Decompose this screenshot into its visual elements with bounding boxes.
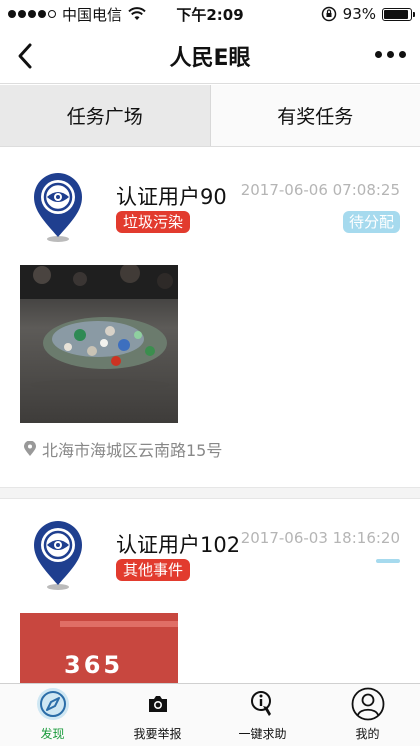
post-timestamp: 2017-06-06 07:08:25 [240, 181, 400, 199]
category-tag: 其他事件 [116, 559, 191, 581]
wifi-icon [128, 7, 146, 20]
post-username[interactable]: 认证用户90 [116, 181, 227, 211]
status-left: 中国电信 [8, 4, 146, 25]
user-icon [349, 685, 387, 723]
tab-label: 发现 [40, 727, 65, 741]
feed-item[interactable]: 认证用户90 2017-06-06 07:08:25 垃圾污染 待分配 北海市海… [0, 147, 420, 487]
tab-mine[interactable]: 我的 [315, 684, 420, 746]
category-tag: 垃圾污染 [116, 211, 191, 233]
compass-icon [34, 685, 72, 723]
feed-item[interactable]: 认证用户102 2017-06-03 18:16:20 其他事件 365 [0, 499, 420, 683]
tab-discover[interactable]: 发现 [0, 684, 105, 746]
back-icon[interactable] [12, 40, 40, 72]
tab-bar-top: 任务广场 有奖任务 [0, 85, 420, 147]
tab-label: 有奖任务 [277, 106, 354, 128]
post-photo[interactable] [20, 265, 178, 423]
tab-label: 我要举报 [133, 727, 182, 741]
carrier-label: 中国电信 [62, 5, 123, 24]
post-location[interactable]: 北海市海城区云南路15号 [24, 437, 222, 461]
more-icon[interactable] [375, 51, 406, 58]
status-right: 93% [321, 5, 415, 23]
help-icon [244, 685, 282, 723]
location-pin-icon [24, 441, 36, 456]
eye-logo-icon [34, 173, 82, 242]
nav-bar: 人民E眼 [0, 28, 420, 84]
tab-task-square[interactable]: 任务广场 [0, 85, 211, 146]
item-divider [0, 487, 420, 499]
feed-list: 认证用户90 2017-06-06 07:08:25 垃圾污染 待分配 北海市海… [0, 147, 420, 683]
bottom-tab-bar: 发现 我要举报 一键求助 我的 [0, 683, 420, 746]
battery-percent: 93% [342, 5, 376, 23]
tab-label: 我的 [355, 727, 380, 741]
tab-report[interactable]: 我要举报 [105, 684, 210, 746]
battery-icon [382, 7, 415, 21]
location-text: 北海市海城区云南路15号 [42, 441, 223, 460]
photo-stripe [60, 621, 178, 627]
status-badge: 待分配 [342, 211, 400, 233]
tab-reward-tasks[interactable]: 有奖任务 [210, 85, 420, 146]
tab-label: 任务广场 [66, 106, 143, 128]
signal-strength-icon [8, 10, 56, 18]
photo-text: 365 [64, 651, 124, 679]
post-username[interactable]: 认证用户102 [116, 529, 240, 559]
post-photo[interactable]: 365 [20, 613, 178, 683]
post-timestamp: 2017-06-03 18:16:20 [240, 529, 400, 547]
tab-help[interactable]: 一键求助 [210, 684, 315, 746]
camera-icon [139, 685, 177, 723]
status-badge [376, 559, 400, 563]
tab-label: 一键求助 [238, 727, 287, 741]
rotation-lock-icon [321, 6, 336, 22]
page-title: 人民E眼 [169, 45, 251, 71]
eye-logo-icon [34, 521, 82, 590]
status-bar: 中国电信 下午2:09 93% [0, 0, 420, 28]
